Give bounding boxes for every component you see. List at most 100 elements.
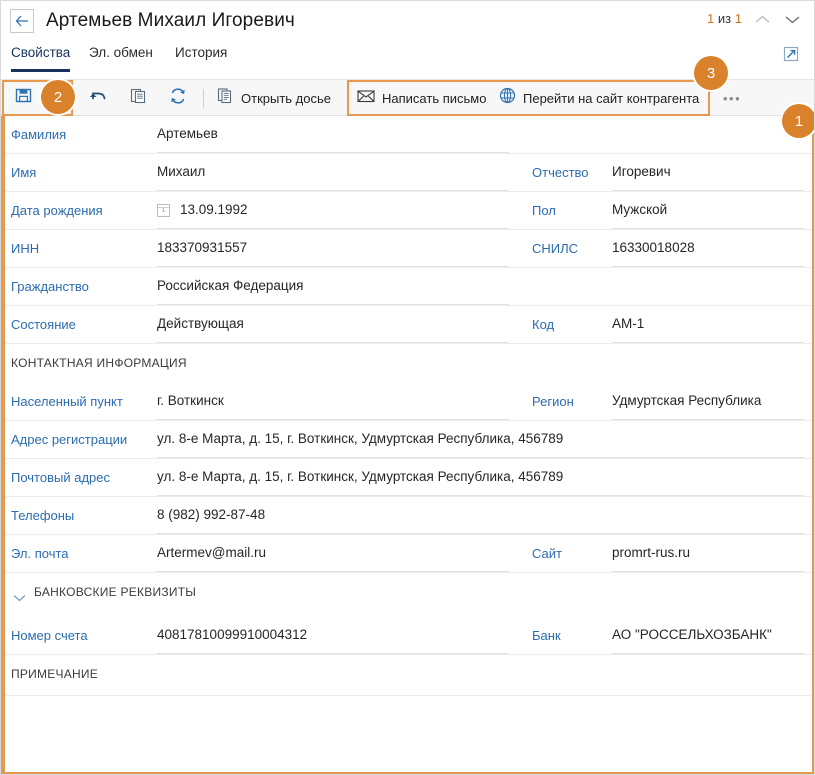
field-row-firstname: Имя Михаил Отчество Игоревич — [5, 154, 812, 192]
field-row-registration-address: Адрес регистрации ул. 8-е Марта, д. 15, … — [5, 421, 812, 459]
field-value-citizenship[interactable]: Российская Федерация — [157, 278, 303, 293]
field-label-phones: Телефоны — [11, 508, 74, 523]
field-value-state[interactable]: Действующая — [157, 316, 244, 331]
field-value-firstname[interactable]: Михаил — [157, 164, 205, 179]
field-label-birthdate: Дата рождения — [11, 203, 103, 218]
field-underline — [157, 228, 509, 229]
tab-history[interactable]: История — [175, 45, 227, 72]
page-title: Артемьев Михаил Игоревич — [46, 10, 295, 32]
field-value-region[interactable]: Удмуртская Республика — [612, 393, 761, 408]
field-row-email: Эл. почта Artermev@mail.ru Сайт promrt-r… — [5, 535, 812, 573]
field-value-postal-address[interactable]: ул. 8-е Марта, д. 15, г. Воткинск, Удмур… — [157, 469, 563, 484]
field-label-citizenship: Гражданство — [11, 279, 89, 294]
field-label-website: Сайт — [532, 546, 562, 561]
field-value-surname[interactable]: Артемьев — [157, 126, 218, 141]
section-title-contact: КОНТАКТНАЯ ИНФОРМАЦИЯ — [11, 356, 187, 370]
write-email-button[interactable]: Написать письмо — [357, 80, 486, 116]
field-underline — [157, 304, 509, 305]
field-value-gender[interactable]: Мужской — [612, 202, 667, 217]
field-label-city: Населенный пункт — [11, 394, 123, 409]
undo-icon — [89, 89, 107, 108]
field-value-email[interactable]: Artermev@mail.ru — [157, 545, 266, 560]
pager-separator: из — [718, 11, 731, 26]
field-value-snils[interactable]: 16330018028 — [612, 240, 695, 255]
title-bar: Артемьев Михаил Игоревич 1 из 1 — [1, 1, 815, 41]
open-dossier-label: Открыть досье — [241, 91, 331, 106]
save-button[interactable] — [7, 80, 39, 116]
pager-current: 1 — [707, 11, 714, 26]
field-underline — [157, 190, 509, 191]
field-row-state: Состояние Действующая Код АМ-1 — [5, 306, 812, 344]
field-label-state: Состояние — [11, 317, 76, 332]
globe-icon — [499, 87, 516, 109]
field-row-birthdate: Дата рождения 1 13.09.1992 Пол Мужской — [5, 192, 812, 230]
field-row-surname: Фамилия Артемьев — [5, 116, 812, 154]
undo-button[interactable] — [83, 80, 113, 116]
tab-properties[interactable]: Свойства — [11, 45, 70, 72]
section-header-bank[interactable]: БАНКОВСКИЕ РЕКВИЗИТЫ — [5, 573, 812, 617]
field-label-firstname: Имя — [11, 165, 36, 180]
field-row-account-number: Номер счета 40817810099910004312 Банк АО… — [5, 617, 812, 655]
field-value-bank[interactable]: АО "РОССЕЛЬХОЗБАНК" — [612, 627, 772, 642]
callout-badge-3: 3 — [694, 56, 728, 90]
field-value-patronymic[interactable]: Игоревич — [612, 164, 671, 179]
field-underline — [157, 653, 509, 654]
callout-badge-1: 1 — [782, 104, 815, 138]
go-to-site-button[interactable]: Перейти на сайт контрагента — [499, 80, 699, 116]
field-underline — [157, 342, 509, 343]
section-header-note: ПРИМЕЧАНИЕ — [5, 655, 812, 695]
tab-bar: Свойства Эл. обмен История — [1, 41, 815, 77]
section-header-contact: КОНТАКТНАЯ ИНФОРМАЦИЯ — [5, 344, 812, 383]
more-options-icon: ••• — [723, 91, 741, 106]
field-value-website[interactable]: promrt-rus.ru — [612, 545, 690, 560]
field-row-inn: ИНН 183370931557 СНИЛС 16330018028 — [5, 230, 812, 268]
chevron-down-icon[interactable] — [13, 589, 26, 607]
field-label-snils: СНИЛС — [532, 241, 578, 256]
field-label-registration-address: Адрес регистрации — [11, 432, 127, 447]
refresh-button[interactable] — [163, 80, 193, 116]
field-value-phones[interactable]: 8 (982) 992-87-48 — [157, 507, 265, 522]
back-button[interactable] — [10, 9, 34, 33]
open-in-new-window-button[interactable] — [782, 45, 802, 65]
note-field[interactable] — [5, 695, 812, 765]
previous-record-button[interactable] — [750, 8, 774, 32]
toolbar: Открыть досье Написать письмо Перейт — [1, 79, 815, 116]
field-underline — [612, 266, 804, 267]
open-dossier-button[interactable]: Открыть досье — [217, 80, 331, 116]
field-underline — [612, 571, 804, 572]
field-label-surname: Фамилия — [11, 127, 66, 142]
field-underline — [612, 190, 804, 191]
chevron-up-icon — [755, 11, 770, 29]
field-underline — [612, 342, 804, 343]
contact-card-window: Артемьев Михаил Игоревич 1 из 1 Свойства… — [0, 0, 815, 775]
tab-e-exchange[interactable]: Эл. обмен — [89, 45, 153, 72]
open-in-new-window-icon — [782, 50, 800, 67]
field-label-inn: ИНН — [11, 241, 39, 256]
field-value-code[interactable]: АМ-1 — [612, 316, 644, 331]
section-title-note: ПРИМЕЧАНИЕ — [11, 667, 98, 681]
field-underline — [157, 571, 509, 572]
field-underline — [157, 419, 509, 420]
field-value-birthdate[interactable]: 13.09.1992 — [180, 202, 248, 217]
copy-button[interactable] — [123, 80, 153, 116]
field-underline — [157, 457, 804, 458]
calendar-icon[interactable]: 1 — [157, 204, 170, 217]
field-label-account-number: Номер счета — [11, 628, 88, 643]
field-underline — [157, 152, 509, 153]
section-title-bank: БАНКОВСКИЕ РЕКВИЗИТЫ — [34, 585, 196, 599]
toolbar-separator — [203, 89, 204, 108]
field-value-city[interactable]: г. Воткинск — [157, 393, 224, 408]
field-value-registration-address[interactable]: ул. 8-е Марта, д. 15, г. Воткинск, Удмур… — [157, 431, 563, 446]
field-value-account-number[interactable]: 40817810099910004312 — [157, 627, 307, 642]
more-options-button[interactable]: ••• — [723, 80, 741, 116]
field-underline — [157, 533, 804, 534]
field-value-inn[interactable]: 183370931557 — [157, 240, 247, 255]
field-label-patronymic: Отчество — [532, 165, 589, 180]
form-area: Фамилия Артемьев Имя Михаил Отчество Иго… — [1, 116, 815, 775]
save-icon — [15, 87, 32, 109]
field-label-postal-address: Почтовый адрес — [11, 470, 110, 485]
field-row-phones: Телефоны 8 (982) 992-87-48 — [5, 497, 812, 535]
next-record-button[interactable] — [780, 8, 804, 32]
documents-icon — [217, 87, 234, 109]
field-underline — [612, 419, 804, 420]
